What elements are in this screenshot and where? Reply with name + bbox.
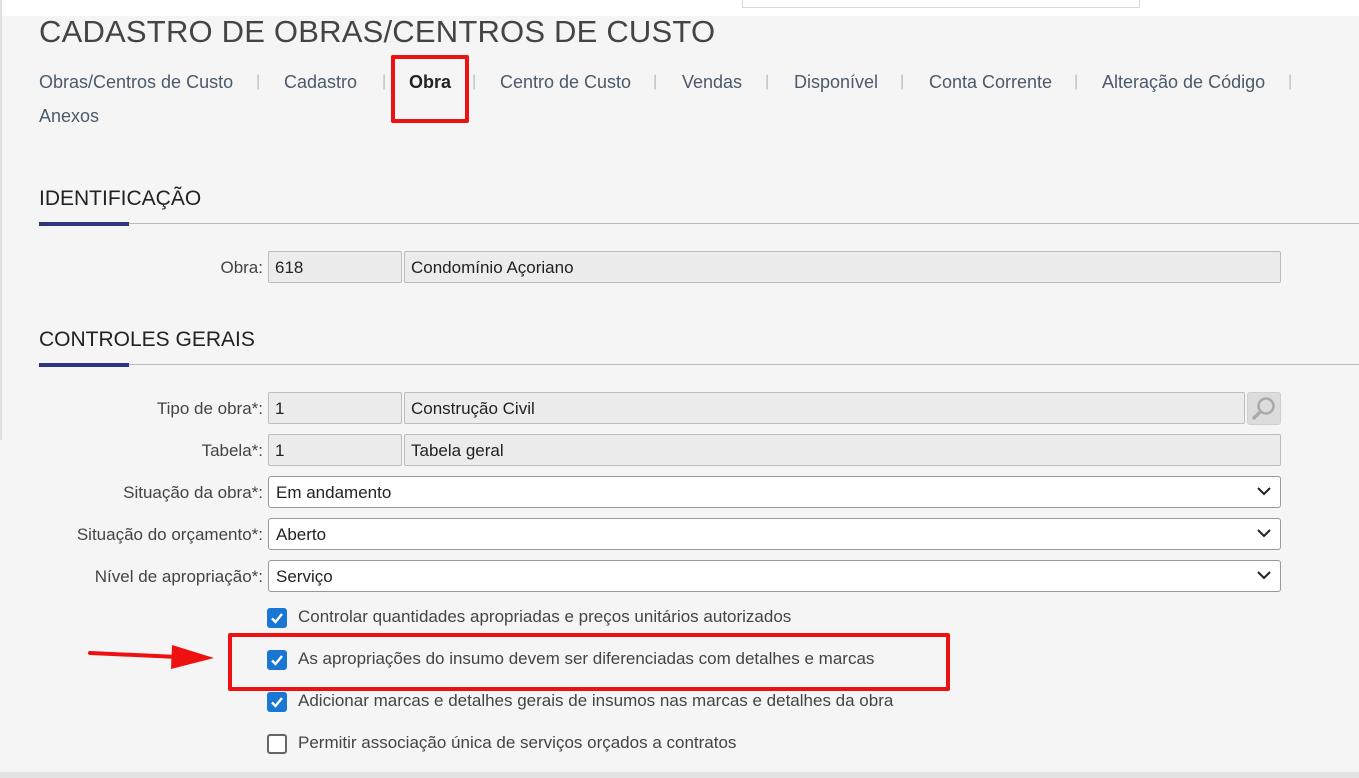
chevron-down-icon xyxy=(1257,571,1271,580)
check-icon xyxy=(271,697,283,708)
tabela-label: Tabela*: xyxy=(201,441,263,460)
situacao-orcamento-select[interactable]: Aberto xyxy=(268,518,1281,550)
situacao-obra-value: Em andamento xyxy=(276,483,392,502)
checkbox-label: Permitir associação única de serviços or… xyxy=(298,733,737,752)
tab-disponivel[interactable]: Disponível xyxy=(794,72,878,93)
checkbox-controlar-quantidades[interactable] xyxy=(267,608,287,628)
tab-separator: | xyxy=(900,73,905,90)
situacao-obra-select[interactable]: Em andamento xyxy=(268,476,1281,508)
section-divider xyxy=(39,364,1359,365)
section-divider xyxy=(39,223,1359,224)
tab-separator: | xyxy=(472,73,477,90)
check-icon xyxy=(271,613,283,624)
tab-alteracao-de-codigo[interactable]: Alteração de Código xyxy=(1102,72,1265,93)
tabela-code-field[interactable]: 1 xyxy=(268,434,402,466)
bottom-strip xyxy=(0,772,1359,778)
section-title-controles-gerais: CONTROLES GERAIS xyxy=(39,328,255,351)
tab-anexos[interactable]: Anexos xyxy=(39,106,99,127)
tab-vendas[interactable]: Vendas xyxy=(682,72,742,93)
tipo-obra-search-button[interactable] xyxy=(1247,392,1281,425)
annotation-highlight-tab xyxy=(391,55,469,123)
tab-separator: | xyxy=(653,73,658,90)
tab-separator: | xyxy=(1074,73,1079,90)
checkbox-adicionar-marcas-detalhes[interactable] xyxy=(267,692,287,712)
tipo-obra-name-field[interactable]: Construção Civil xyxy=(404,392,1245,424)
nivel-apropriacao-value: Serviço xyxy=(276,567,333,586)
tab-centro-de-custo[interactable]: Centro de Custo xyxy=(500,72,631,93)
checkbox-label: Controlar quantidades apropriadas e preç… xyxy=(298,607,792,626)
tab-obras-centros-de-custo[interactable]: Obras/Centros de Custo xyxy=(39,72,233,93)
section-accent xyxy=(39,363,129,367)
magnifier-icon xyxy=(1252,397,1275,420)
situacao-orcamento-value: Aberto xyxy=(276,525,327,544)
chevron-down-icon xyxy=(1257,487,1271,496)
tab-cadastro[interactable]: Cadastro xyxy=(284,72,357,93)
obra-name-field[interactable]: Condomínio Açoriano xyxy=(404,251,1281,283)
annotation-arrow-icon xyxy=(88,645,214,669)
nivel-apropriacao-select[interactable]: Serviço xyxy=(268,560,1281,592)
tab-separator: | xyxy=(256,73,261,90)
tipo-obra-label: Tipo de obra*: xyxy=(156,399,263,418)
left-edge xyxy=(0,0,2,440)
annotation-highlight-checkbox xyxy=(228,633,950,691)
checkbox-associacao-unica[interactable] xyxy=(267,734,287,754)
tab-conta-corrente[interactable]: Conta Corrente xyxy=(929,72,1052,93)
nivel-apropriacao-label: Nível de apropriação*: xyxy=(94,567,263,586)
tipo-obra-code-field[interactable]: 1 xyxy=(268,392,402,424)
obra-code-field[interactable]: 618 xyxy=(268,251,402,283)
section-title-identificacao: IDENTIFICAÇÃO xyxy=(39,187,202,210)
tabela-name-field[interactable]: Tabela geral xyxy=(404,434,1281,466)
tab-separator: | xyxy=(765,73,770,90)
checkbox-label: Adicionar marcas e detalhes gerais de in… xyxy=(298,691,894,710)
top-search-box[interactable] xyxy=(742,0,1140,8)
chevron-down-icon xyxy=(1257,529,1271,538)
situacao-obra-label: Situação da obra*: xyxy=(123,483,263,502)
situacao-orcamento-label: Situação do orçamento*: xyxy=(76,525,263,544)
section-accent xyxy=(39,222,129,226)
obra-label: Obra: xyxy=(220,258,263,277)
tab-separator: | xyxy=(1288,73,1293,90)
page-title: CADASTRO DE OBRAS/CENTROS DE CUSTO xyxy=(39,14,716,49)
tab-separator: | xyxy=(382,73,387,90)
